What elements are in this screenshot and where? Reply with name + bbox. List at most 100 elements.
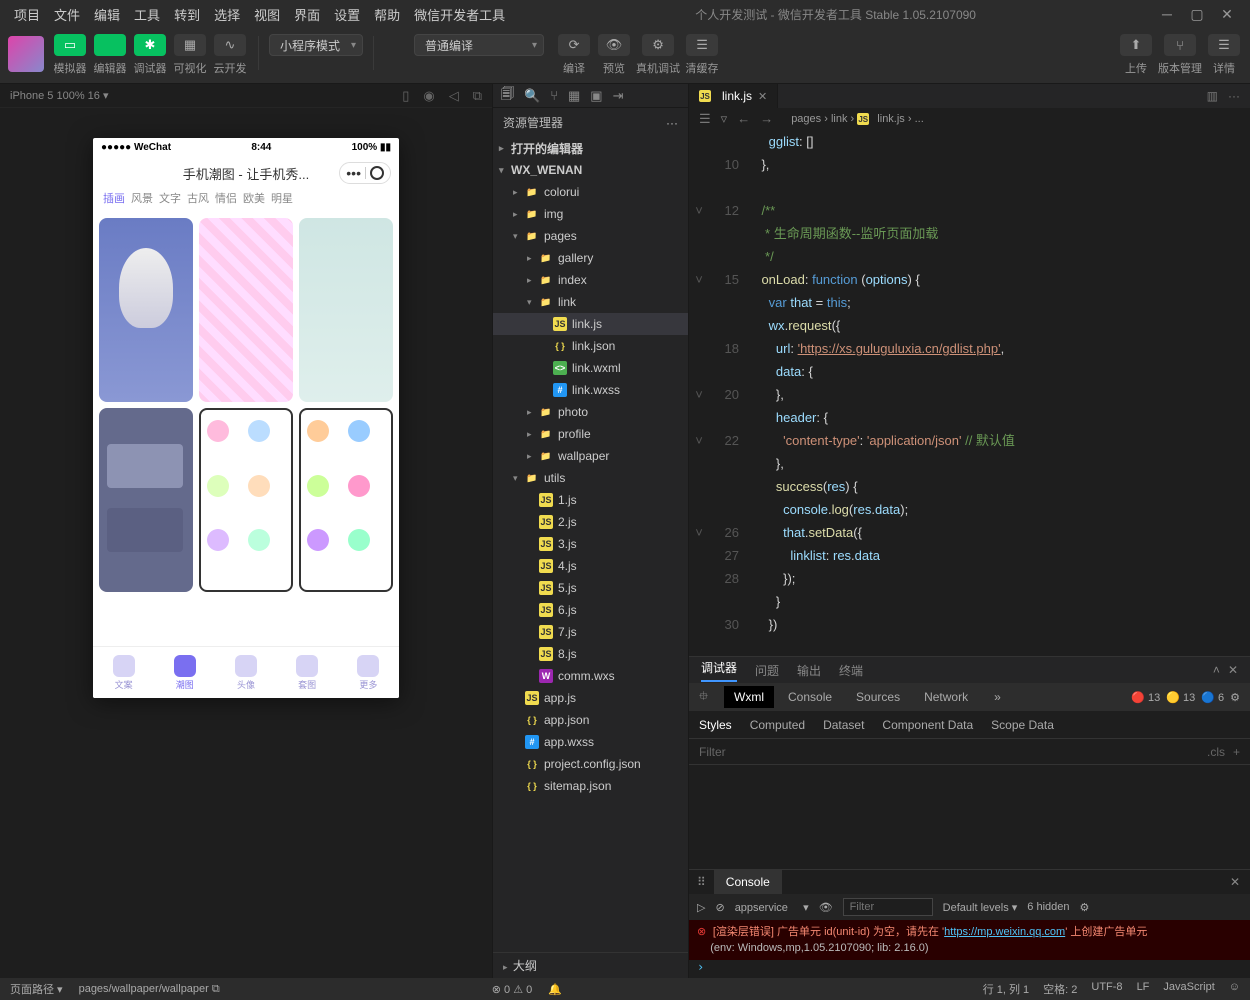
style-tab[interactable]: Component Data	[882, 718, 973, 732]
warn-count[interactable]: 🟡 13	[1166, 691, 1195, 704]
inspector-tab[interactable]: Sources	[846, 686, 910, 708]
tab-more[interactable]: 更多	[357, 655, 379, 691]
version-button[interactable]: ⑂版本管理	[1158, 34, 1202, 76]
visual-button[interactable]: ▦可视化	[172, 34, 208, 76]
explorer-debug-icon[interactable]: ▣	[590, 88, 602, 104]
tab-taotu[interactable]: 套图	[296, 655, 318, 691]
tree-item[interactable]: ▸📁img	[493, 203, 688, 225]
tree-item[interactable]: JS2.js	[493, 511, 688, 533]
tree-item[interactable]: JS1.js	[493, 489, 688, 511]
device-label[interactable]: iPhone 5 100% 16 ▾	[10, 89, 109, 102]
tree-item[interactable]: JS5.js	[493, 577, 688, 599]
phone-tab[interactable]: 欧美	[243, 190, 265, 212]
list-icon[interactable]: ☰	[699, 111, 711, 127]
style-tab[interactable]: Scope Data	[991, 718, 1054, 732]
inspector-tab[interactable]: Network	[914, 686, 978, 708]
editor-button[interactable]: 编辑器	[92, 34, 128, 76]
tree-item[interactable]: ▾📁pages	[493, 225, 688, 247]
tree-item[interactable]: #app.wxss	[493, 731, 688, 753]
console-filter[interactable]	[843, 898, 933, 916]
console-close-icon[interactable]: ✕	[1220, 875, 1250, 889]
panel-tab[interactable]: 问题	[755, 662, 779, 679]
tree-item[interactable]: JS4.js	[493, 555, 688, 577]
phone-tab[interactable]: 明星	[271, 190, 293, 212]
console-toggle-icon[interactable]: ⠿	[689, 875, 714, 889]
minimize-button[interactable]: ─	[1160, 7, 1174, 21]
console-context[interactable]: appservice ▾	[735, 901, 809, 914]
project-section[interactable]: ▾WX_WENAN	[493, 159, 688, 181]
simulator-button[interactable]: ▭模拟器	[52, 34, 88, 76]
notify-icon[interactable]: 🔔	[548, 983, 562, 996]
explorer-ext-icon[interactable]: ▦	[568, 88, 580, 104]
tree-item[interactable]: #link.wxss	[493, 379, 688, 401]
console-prompt[interactable]: ›	[689, 960, 1250, 978]
inspector-tab[interactable]: Console	[778, 686, 842, 708]
close-button[interactable]: ✕	[1220, 7, 1234, 21]
sim-icon-record[interactable]: ◉	[423, 88, 434, 104]
debugger-button[interactable]: ✱调试器	[132, 34, 168, 76]
more-icon[interactable]: ···	[1228, 89, 1240, 103]
wallpaper-card[interactable]	[199, 408, 293, 592]
phone-tab[interactable]: 古风	[187, 190, 209, 212]
gear-icon[interactable]: ⚙	[1080, 901, 1090, 914]
breadcrumb-item[interactable]: link	[831, 113, 848, 125]
console-tab[interactable]: Console	[714, 870, 782, 894]
capsule-button[interactable]: •••	[339, 162, 391, 184]
console-stop-icon[interactable]: ⊘	[715, 901, 724, 914]
console-clear-icon[interactable]: ▷	[697, 901, 705, 914]
outline-section[interactable]: ▸ 大纲	[493, 952, 688, 978]
panel-tab[interactable]: 终端	[839, 662, 863, 679]
menu-item[interactable]: 界面	[288, 1, 326, 28]
menu-item[interactable]: 视图	[248, 1, 286, 28]
preview-button[interactable]: 👁预览	[596, 34, 632, 76]
tab-touxiang[interactable]: 头像	[235, 655, 257, 691]
language[interactable]: JavaScript	[1163, 981, 1214, 997]
tree-item[interactable]: ▸📁colorui	[493, 181, 688, 203]
menu-item[interactable]: 微信开发者工具	[408, 1, 511, 28]
menu-item[interactable]: 文件	[48, 1, 86, 28]
element-picker-icon[interactable]: ⯐	[699, 687, 708, 708]
tree-item[interactable]: ▸📁profile	[493, 423, 688, 445]
tree-item[interactable]: { }app.json	[493, 709, 688, 731]
explorer-git-icon[interactable]: ⑂	[550, 88, 558, 103]
menu-item[interactable]: 编辑	[88, 1, 126, 28]
tree-item[interactable]: ▸📁gallery	[493, 247, 688, 269]
mode-select[interactable]: 小程序模式	[269, 34, 363, 56]
encoding[interactable]: UTF-8	[1091, 981, 1122, 997]
menu-item[interactable]: 设置	[328, 1, 366, 28]
tree-item[interactable]: { }sitemap.json	[493, 775, 688, 797]
indent[interactable]: 空格: 2	[1043, 981, 1077, 997]
inspector-tab[interactable]: Wxml	[724, 686, 774, 708]
more-tabs-icon[interactable]: »	[994, 690, 1001, 704]
menu-item[interactable]: 项目	[8, 1, 46, 28]
tree-item[interactable]: JS8.js	[493, 643, 688, 665]
phone-tab[interactable]: 文字	[159, 190, 181, 212]
tree-item[interactable]: { }project.config.json	[493, 753, 688, 775]
levels-select[interactable]: Default levels ▾	[943, 901, 1018, 914]
bookmark-icon[interactable]: ▿	[721, 111, 728, 127]
phone-tab[interactable]: 情侣	[215, 190, 237, 212]
style-filter[interactable]: Filter	[699, 745, 726, 759]
breadcrumb-item[interactable]: JS link.js	[857, 113, 905, 125]
phone-tab[interactable]: 插画	[103, 190, 125, 212]
info-count[interactable]: 🔵 6	[1201, 691, 1224, 704]
tree-item[interactable]: Wcomm.wxs	[493, 665, 688, 687]
feedback-icon[interactable]: ☺	[1229, 981, 1240, 997]
clearcache-button[interactable]: ☰清缓存	[684, 34, 720, 76]
close-icon[interactable]: ✕	[758, 90, 767, 103]
code-editor[interactable]: ˅ ˅ ˅ ˅ ˅ 10 12 15 18 20 22 262728 30 gg…	[689, 130, 1250, 656]
menu-item[interactable]: 工具	[128, 1, 166, 28]
menu-item[interactable]: 选择	[208, 1, 246, 28]
wallpaper-card[interactable]	[299, 218, 393, 402]
editors-section[interactable]: ▸打开的编辑器	[493, 137, 688, 159]
more-icon[interactable]: ···	[666, 116, 678, 130]
eye-icon[interactable]: 👁	[819, 901, 833, 914]
explorer-files-icon[interactable]: 🗐	[501, 85, 514, 107]
tab-chaotu[interactable]: 潮图	[174, 655, 196, 691]
wallpaper-card[interactable]	[99, 218, 193, 402]
panel-close-icon[interactable]: ✕	[1228, 663, 1238, 677]
nav-fwd-icon[interactable]: →	[760, 111, 773, 127]
tree-item[interactable]: <>link.wxml	[493, 357, 688, 379]
realdebug-button[interactable]: ⚙真机调试	[636, 34, 680, 76]
panel-tab[interactable]: 输出	[797, 662, 821, 679]
